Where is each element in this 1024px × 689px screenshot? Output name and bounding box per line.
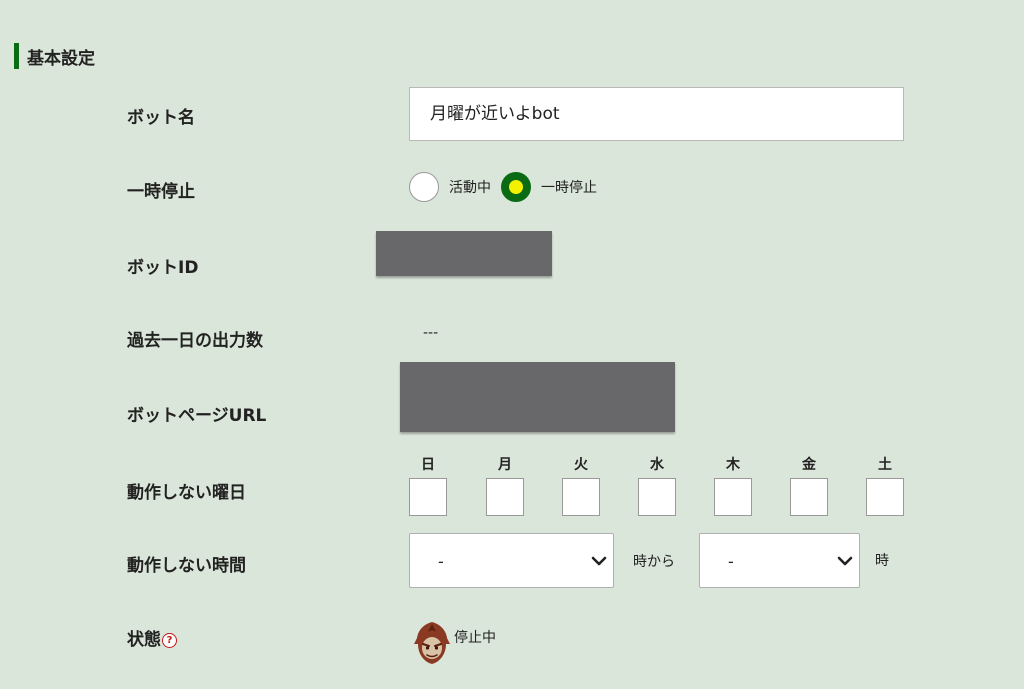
section-accent-bar <box>14 43 19 69</box>
day-sunday: 日 <box>409 456 447 516</box>
day-friday-checkbox[interactable] <box>790 478 828 516</box>
bot-page-url-redacted-value <box>400 362 675 432</box>
help-icon[interactable]: ? <box>162 632 177 648</box>
section-title: 基本設定 <box>27 48 95 69</box>
status-label-row: 状態? <box>127 625 177 650</box>
status-label: 状態 <box>127 630 161 650</box>
output-count-value: --- <box>423 325 439 341</box>
day-saturday: 土 <box>866 456 904 516</box>
inactive-days-label: 動作しない曜日 <box>127 483 246 503</box>
inactive-hours-from-select[interactable]: - <box>409 533 614 588</box>
inactive-hours-label: 動作しない時間 <box>127 556 246 576</box>
bot-id-label: ボットID <box>127 258 199 278</box>
inactive-hours-to-value: - <box>728 552 734 571</box>
pause-label: 一時停止 <box>127 182 195 202</box>
day-sunday-label: 日 <box>421 457 435 473</box>
status-value: 停止中 <box>454 630 496 646</box>
day-wednesday-label: 水 <box>650 457 664 473</box>
radio-paused[interactable] <box>501 172 531 202</box>
bot-page-url-label: ボットページURL <box>127 406 267 426</box>
day-thursday-label: 木 <box>726 457 740 473</box>
day-monday-checkbox[interactable] <box>486 478 524 516</box>
day-friday: 金 <box>790 456 828 516</box>
day-saturday-checkbox[interactable] <box>866 478 904 516</box>
day-wednesday-checkbox[interactable] <box>638 478 676 516</box>
day-friday-label: 金 <box>802 457 816 473</box>
radio-active[interactable] <box>409 172 439 202</box>
day-wednesday: 水 <box>638 456 676 516</box>
radio-paused-label: 一時停止 <box>541 180 597 196</box>
day-tuesday-checkbox[interactable] <box>562 478 600 516</box>
inactive-hours-to-select[interactable]: - <box>699 533 860 588</box>
section-header: 基本設定 <box>14 42 95 70</box>
bot-id-redacted-value <box>376 231 552 276</box>
day-thursday-checkbox[interactable] <box>714 478 752 516</box>
day-sunday-checkbox[interactable] <box>409 478 447 516</box>
radio-active-label: 活動中 <box>449 180 491 196</box>
inactive-hours-from-value: - <box>438 552 444 571</box>
day-monday: 月 <box>486 456 524 516</box>
bot-name-input[interactable]: 月曜が近いよbot <box>409 87 904 141</box>
bot-name-label: ボット名 <box>127 108 195 128</box>
chevron-down-icon <box>837 556 853 566</box>
day-tuesday-label: 火 <box>574 457 588 473</box>
output-count-label: 過去一日の出力数 <box>127 331 263 351</box>
inactive-hours-to-suffix: 時 <box>875 553 889 569</box>
bot-mascot-icon <box>414 622 450 664</box>
inactive-hours-from-suffix: 時から <box>633 554 675 570</box>
chevron-down-icon <box>591 556 607 566</box>
day-monday-label: 月 <box>498 457 512 473</box>
day-saturday-label: 土 <box>878 457 892 473</box>
day-thursday: 木 <box>714 456 752 516</box>
day-tuesday: 火 <box>562 456 600 516</box>
pause-radio-group: 活動中 一時停止 <box>409 172 607 202</box>
